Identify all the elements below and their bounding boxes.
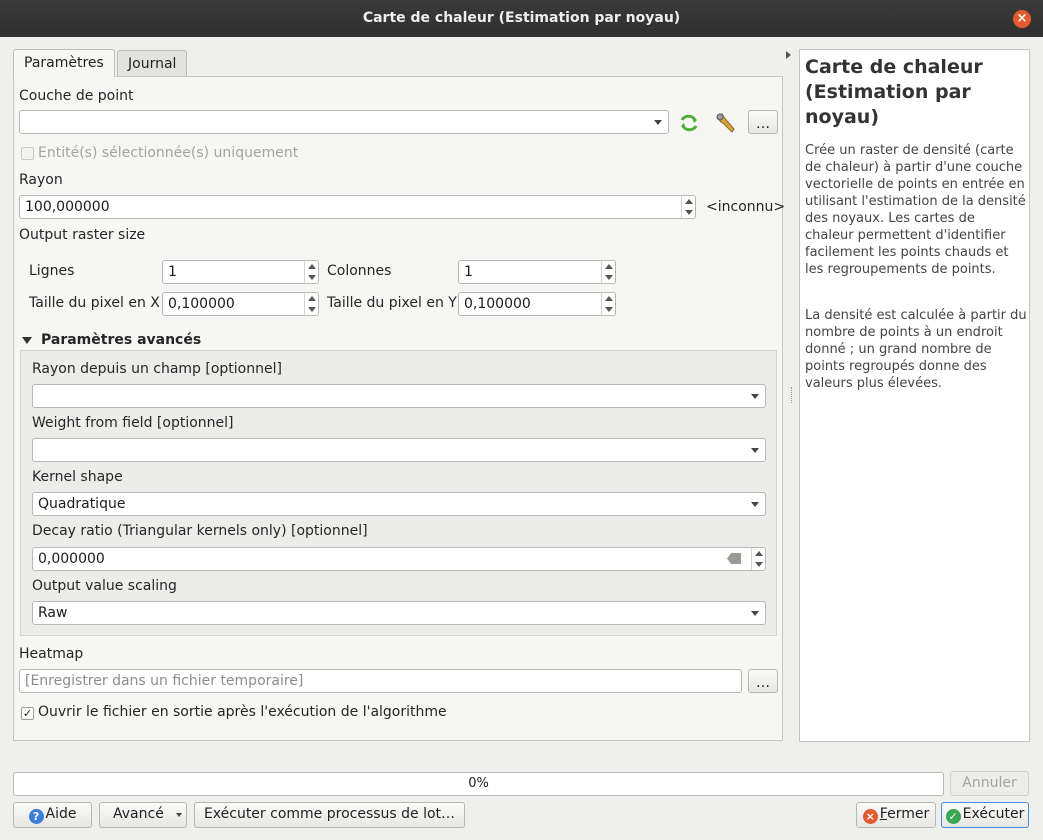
- open-after-label: Ouvrir le fichier en sortie après l'exéc…: [38, 704, 447, 720]
- radius-unit: <inconnu>: [706, 199, 786, 215]
- pixel-y-input[interactable]: 0,100000: [458, 292, 616, 316]
- chevron-down-icon: [176, 813, 182, 817]
- point-layer-options-button[interactable]: …: [748, 110, 778, 134]
- close-button[interactable]: × Fermer: [856, 802, 936, 828]
- weight-field-label: Weight from field [optionnel]: [32, 415, 234, 431]
- advanced-section: Rayon depuis un champ [optionnel] Weight…: [20, 350, 777, 636]
- raster-size-label: Output raster size: [19, 227, 146, 243]
- tab-parameters[interactable]: Paramètres: [13, 49, 115, 77]
- collapse-help-icon[interactable]: [786, 51, 791, 59]
- help-title: Carte de chaleur (Estimation par noyau): [805, 56, 983, 128]
- heatmap-label: Heatmap: [19, 646, 84, 662]
- pixel-x-value: 0,100000: [168, 296, 235, 312]
- advanced-menu-button[interactable]: Avancé: [99, 802, 187, 828]
- advanced-section-label: Paramètres avancés: [41, 332, 202, 348]
- decay-ratio-input[interactable]: 0,000000: [32, 547, 766, 571]
- progress-bar: 0%: [13, 772, 944, 796]
- chevron-down-icon: [751, 611, 759, 616]
- window-close-button[interactable]: ×: [1013, 10, 1031, 28]
- triangle-down-icon: [22, 337, 32, 344]
- cancel-button[interactable]: Annuler: [950, 771, 1029, 796]
- decay-ratio-value: 0,000000: [38, 551, 105, 567]
- output-scaling-value: Raw: [38, 605, 68, 621]
- radius-value: 100,000000: [25, 199, 110, 215]
- rows-spinner[interactable]: [304, 261, 318, 283]
- chevron-down-icon: [751, 448, 759, 453]
- kernel-shape-value: Quadratique: [38, 496, 126, 512]
- dialog-body: Paramètres Journal Couche de point … Ent…: [0, 37, 1043, 840]
- run-button[interactable]: ✓ Exécuter: [941, 802, 1029, 828]
- heatmap-browse-button[interactable]: …: [748, 669, 778, 693]
- splitter-handle[interactable]: [791, 387, 793, 403]
- rows-label: Lignes: [29, 263, 75, 279]
- chevron-down-icon: [751, 394, 759, 399]
- output-scaling-combo[interactable]: Raw: [32, 601, 766, 625]
- kernel-shape-label: Kernel shape: [32, 469, 123, 485]
- progress-text: 0%: [468, 776, 489, 791]
- help-icon: ?: [28, 809, 44, 824]
- clear-icon[interactable]: [727, 553, 741, 564]
- heatmap-output-placeholder: [Enregistrer dans un fichier temporaire]: [25, 673, 304, 689]
- radius-label: Rayon: [19, 172, 63, 188]
- window-title: Carte de chaleur (Estimation par noyau): [362, 10, 681, 26]
- help-button[interactable]: ? Aide: [13, 802, 92, 828]
- radius-field-combo[interactable]: [32, 384, 766, 408]
- pixel-x-spinner[interactable]: [304, 293, 318, 315]
- cols-spinner[interactable]: [601, 261, 615, 283]
- parameters-panel: Couche de point … Entité(s) sélectionnée…: [13, 76, 786, 741]
- pixel-x-label: Taille du pixel en X: [29, 295, 160, 311]
- pixel-y-spinner[interactable]: [601, 293, 615, 315]
- tab-log[interactable]: Journal: [117, 50, 188, 77]
- selected-only-label: Entité(s) sélectionnée(s) uniquement: [38, 145, 299, 161]
- window-titlebar: Carte de chaleur (Estimation par noyau) …: [0, 0, 1043, 37]
- rows-value: 1: [168, 264, 177, 280]
- rows-input[interactable]: 1: [162, 260, 319, 284]
- pixel-y-value: 0,100000: [464, 296, 531, 312]
- decay-ratio-label: Decay ratio (Triangular kernels only) [o…: [32, 523, 368, 539]
- cols-value: 1: [464, 264, 473, 280]
- advanced-section-toggle[interactable]: Paramètres avancés: [20, 332, 260, 350]
- decay-ratio-spinner[interactable]: [751, 548, 765, 570]
- radius-spinner[interactable]: [681, 196, 695, 218]
- pixel-y-label: Taille du pixel en Y: [327, 295, 457, 311]
- weight-field-combo[interactable]: [32, 438, 766, 462]
- close-icon: ×: [862, 809, 878, 824]
- kernel-shape-combo[interactable]: Quadratique: [32, 492, 766, 516]
- help-panel: Carte de chaleur (Estimation par noyau) …: [799, 49, 1030, 742]
- checkmark-icon: ✓: [945, 809, 961, 824]
- heatmap-output-input[interactable]: [Enregistrer dans un fichier temporaire]: [19, 669, 742, 693]
- cols-input[interactable]: 1: [458, 260, 616, 284]
- selected-only-checkbox[interactable]: [21, 147, 34, 160]
- pixel-x-input[interactable]: 0,100000: [162, 292, 319, 316]
- point-layer-combo[interactable]: [19, 110, 669, 134]
- wrench-icon[interactable]: [714, 111, 740, 135]
- chevron-down-icon: [751, 502, 759, 507]
- radius-field-label: Rayon depuis un champ [optionnel]: [32, 361, 282, 377]
- radius-input[interactable]: 100,000000: [19, 195, 696, 219]
- refresh-icon[interactable]: [677, 111, 703, 135]
- chevron-down-icon: [654, 120, 662, 125]
- cols-label: Colonnes: [327, 263, 392, 279]
- output-scaling-label: Output value scaling: [32, 578, 177, 594]
- open-after-checkbox[interactable]: ✓: [21, 707, 34, 720]
- help-paragraph-2: La densité est calculée à partir du nomb…: [805, 308, 1027, 391]
- tab-parameters-label: Paramètres: [24, 55, 104, 71]
- help-paragraph-1: Crée un raster de densité (carte de chal…: [805, 143, 1026, 277]
- batch-process-button[interactable]: Exécuter comme processus de lot…: [194, 802, 465, 828]
- tab-log-label: Journal: [128, 56, 177, 72]
- point-layer-label: Couche de point: [19, 88, 134, 104]
